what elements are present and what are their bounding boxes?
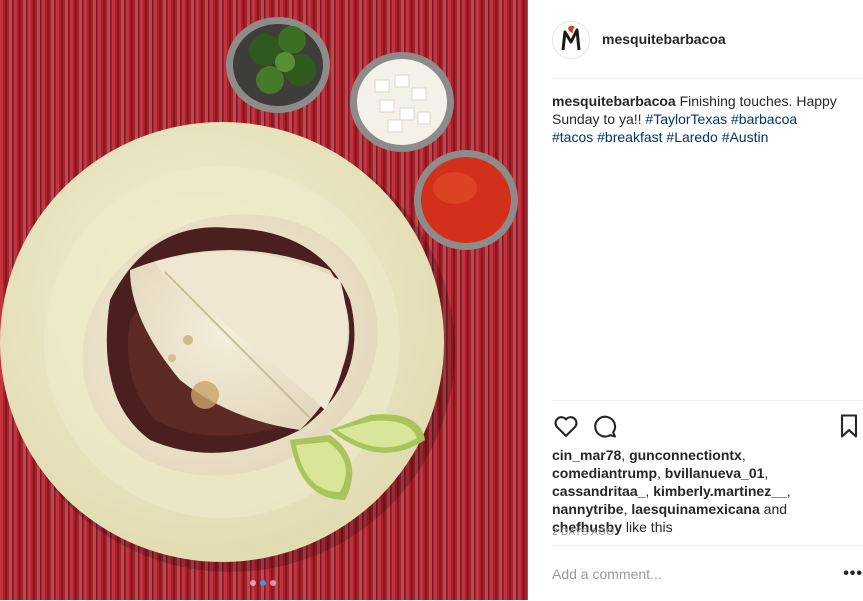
mesquite-logo-icon[interactable] bbox=[552, 21, 590, 59]
liker-link[interactable]: nannytribe bbox=[552, 501, 624, 517]
comment-row: ••• bbox=[552, 545, 863, 601]
likes-text: cin_mar78, gunconnectiontx, comediantrum… bbox=[552, 447, 791, 535]
post-header: mesquitebarbacoa bbox=[552, 0, 863, 79]
carousel-dot[interactable] bbox=[250, 580, 256, 586]
comment-icon[interactable] bbox=[591, 412, 619, 440]
liker-link[interactable]: comediantrump bbox=[552, 465, 657, 481]
barbacoa-tacos-photo bbox=[0, 0, 528, 600]
carousel-dot[interactable] bbox=[270, 580, 276, 586]
liker-link[interactable]: kimberly.martinez__ bbox=[653, 483, 787, 499]
likes-suffix: like this bbox=[625, 519, 673, 535]
hashtag-link[interactable]: #breakfast bbox=[597, 129, 662, 145]
liker-link[interactable]: cassandritaa_ bbox=[552, 483, 645, 499]
post-sidebar: mesquitebarbacoa mesquitebarbacoa Finish… bbox=[528, 0, 863, 600]
heart-icon[interactable] bbox=[552, 412, 580, 440]
hashtag-link[interactable]: #Austin bbox=[722, 129, 769, 145]
action-bar bbox=[552, 400, 863, 451]
more-options-icon[interactable]: ••• bbox=[843, 565, 863, 583]
hashtag-link[interactable]: #TaylorTexas bbox=[645, 111, 727, 127]
post-caption: mesquitebarbacoa Finishing touches. Happ… bbox=[552, 92, 838, 146]
hashtag-link[interactable]: #Laredo bbox=[666, 129, 717, 145]
hashtag-link[interactable]: #tacos bbox=[552, 129, 593, 145]
liker-link[interactable]: cin_mar78 bbox=[552, 447, 621, 463]
caption-username[interactable]: mesquitebarbacoa bbox=[552, 93, 676, 109]
username-link[interactable]: mesquitebarbacoa bbox=[602, 31, 726, 47]
bookmark-icon[interactable] bbox=[835, 412, 863, 440]
liker-link[interactable]: bvillanueva_01 bbox=[665, 465, 765, 481]
liker-link[interactable]: gunconnectiontx bbox=[629, 447, 742, 463]
post-photo[interactable] bbox=[0, 0, 528, 600]
liker-link[interactable]: laesquinamexicana bbox=[631, 501, 759, 517]
comment-input[interactable] bbox=[552, 566, 812, 582]
hashtag-link[interactable]: #barbacoa bbox=[731, 111, 797, 127]
post-timestamp[interactable]: 2 DAYS AGO bbox=[552, 527, 614, 538]
carousel-dots bbox=[250, 580, 276, 586]
carousel-dot-active[interactable] bbox=[260, 580, 266, 586]
likes-and: and bbox=[763, 501, 788, 517]
